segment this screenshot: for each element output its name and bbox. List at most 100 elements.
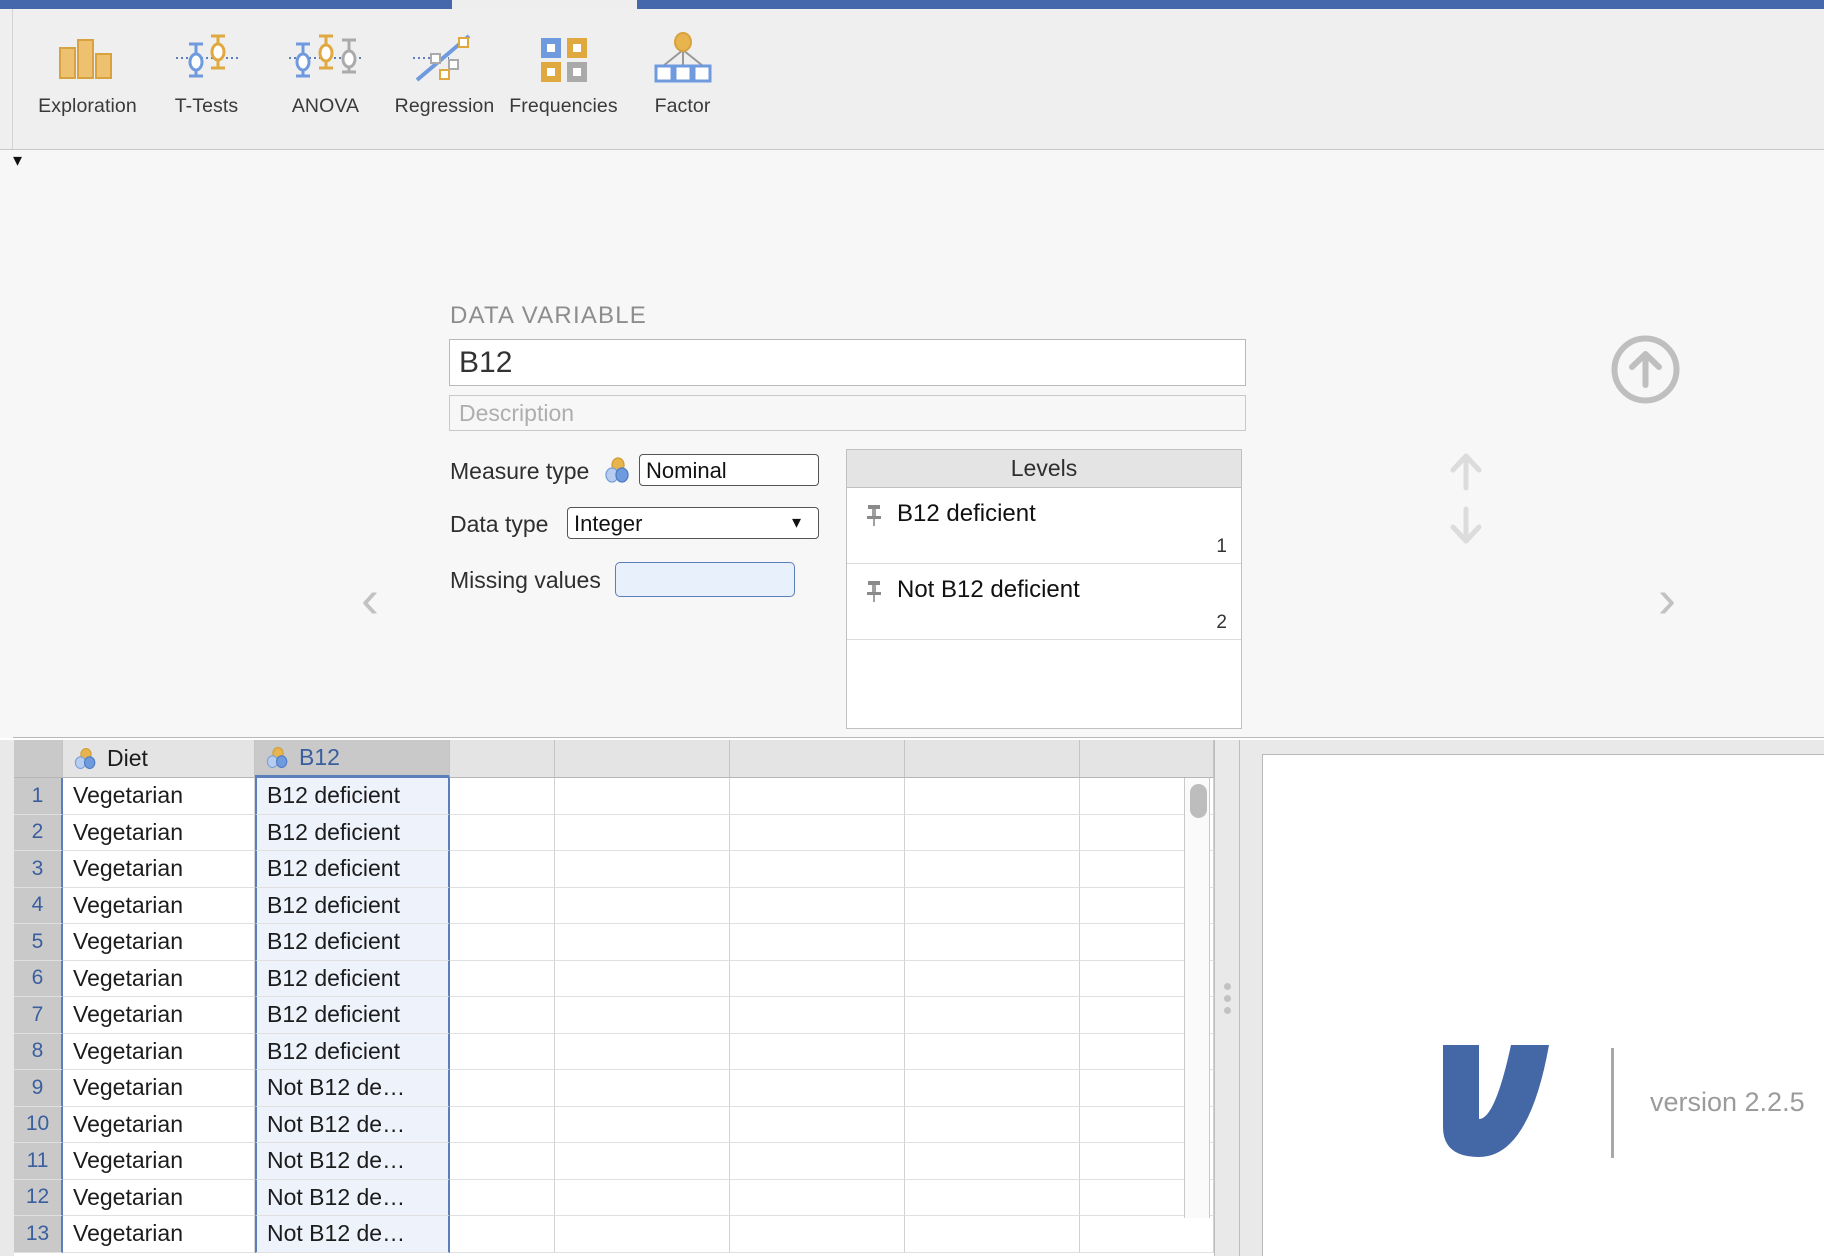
row-number-cell[interactable]: 10 (14, 1107, 63, 1144)
table-cell[interactable] (450, 1107, 555, 1144)
table-row[interactable]: 12VegetarianNot B12 de… (0, 1180, 1214, 1217)
row-number-cell[interactable]: 9 (14, 1070, 63, 1107)
table-cell[interactable] (555, 1107, 730, 1144)
table-cell[interactable]: Vegetarian (63, 1180, 255, 1217)
table-cell[interactable] (730, 1107, 905, 1144)
table-cell[interactable] (555, 1034, 730, 1071)
table-cell[interactable] (905, 1180, 1080, 1217)
scrollbar-thumb[interactable] (1190, 784, 1207, 818)
table-cell[interactable] (905, 1143, 1080, 1180)
table-cell[interactable]: Vegetarian (63, 815, 255, 852)
column-header-empty[interactable] (1080, 740, 1214, 778)
table-cell[interactable]: Vegetarian (63, 1216, 255, 1253)
spreadsheet-vertical-scrollbar[interactable] (1184, 778, 1210, 1218)
row-number-cell[interactable]: 4 (14, 888, 63, 925)
row-number-cell[interactable]: 1 (14, 778, 63, 815)
table-cell[interactable] (555, 1143, 730, 1180)
table-row[interactable]: 11VegetarianNot B12 de… (0, 1143, 1214, 1180)
table-cell[interactable] (730, 924, 905, 961)
table-cell[interactable] (730, 888, 905, 925)
table-row[interactable]: 6VegetarianB12 deficient (0, 961, 1214, 998)
table-cell[interactable]: B12 deficient (255, 851, 450, 888)
chevron-left-icon[interactable]: ‹ (361, 572, 379, 626)
level-item[interactable]: Not B12 deficient 2 (847, 564, 1241, 640)
ribbon-item-frequencies[interactable]: Frequencies (504, 21, 623, 118)
table-cell[interactable] (555, 1216, 730, 1253)
table-cell[interactable]: B12 deficient (255, 778, 450, 815)
table-cell[interactable] (450, 997, 555, 1034)
table-row[interactable]: 10VegetarianNot B12 de… (0, 1107, 1214, 1144)
ribbon-item-factor[interactable]: Factor (623, 21, 742, 118)
column-header-empty[interactable] (730, 740, 905, 778)
table-cell[interactable] (905, 778, 1080, 815)
column-header-diet[interactable]: Diet (63, 740, 255, 778)
table-cell[interactable] (450, 851, 555, 888)
column-header-empty[interactable] (905, 740, 1080, 778)
data-type-select[interactable]: IntegerDecimalText (567, 507, 819, 539)
table-row[interactable]: 8VegetarianB12 deficient (0, 1034, 1214, 1071)
table-cell[interactable]: Not B12 de… (255, 1180, 450, 1217)
table-row[interactable]: 2VegetarianB12 deficient (0, 815, 1214, 852)
row-number-cell[interactable]: 3 (14, 851, 63, 888)
table-cell[interactable] (730, 851, 905, 888)
table-cell[interactable] (730, 815, 905, 852)
table-cell[interactable] (905, 1107, 1080, 1144)
table-cell[interactable]: Vegetarian (63, 778, 255, 815)
row-number-cell[interactable]: 13 (14, 1216, 63, 1253)
column-header-empty[interactable] (450, 740, 555, 778)
row-number-cell[interactable]: 7 (14, 997, 63, 1034)
table-cell[interactable] (730, 778, 905, 815)
select-all-corner[interactable] (14, 740, 63, 778)
table-cell[interactable] (555, 961, 730, 998)
arrow-up-circle-icon[interactable] (1609, 333, 1682, 406)
table-cell[interactable]: Vegetarian (63, 888, 255, 925)
table-cell[interactable]: B12 deficient (255, 924, 450, 961)
table-row[interactable]: 3VegetarianB12 deficient (0, 851, 1214, 888)
spreadsheet-body[interactable]: 1VegetarianB12 deficient2VegetarianB12 d… (0, 778, 1214, 1256)
column-header-empty[interactable] (555, 740, 730, 778)
table-cell[interactable] (555, 888, 730, 925)
table-cell[interactable] (555, 1180, 730, 1217)
pin-icon[interactable] (865, 579, 883, 601)
row-number-cell[interactable]: 2 (14, 815, 63, 852)
table-cell[interactable]: B12 deficient (255, 961, 450, 998)
row-number-cell[interactable]: 5 (14, 924, 63, 961)
table-cell[interactable]: B12 deficient (255, 997, 450, 1034)
table-cell[interactable] (555, 778, 730, 815)
arrow-down-icon[interactable] (1445, 538, 1487, 555)
pin-icon[interactable] (865, 503, 883, 525)
table-cell[interactable]: Not B12 de… (255, 1216, 450, 1253)
table-cell[interactable]: Vegetarian (63, 924, 255, 961)
measure-type-select[interactable]: NominalOrdinalContinuousID (639, 454, 819, 486)
table-cell[interactable] (450, 1216, 555, 1253)
table-cell[interactable] (905, 1034, 1080, 1071)
table-cell[interactable]: B12 deficient (255, 888, 450, 925)
table-cell[interactable] (450, 961, 555, 998)
table-cell[interactable] (905, 815, 1080, 852)
ribbon-item-t-tests[interactable]: T-Tests (147, 21, 266, 118)
table-cell[interactable] (450, 1034, 555, 1071)
table-cell[interactable] (905, 961, 1080, 998)
table-cell[interactable]: B12 deficient (255, 1034, 450, 1071)
table-cell[interactable] (905, 924, 1080, 961)
table-cell[interactable]: Not B12 de… (255, 1107, 450, 1144)
table-cell[interactable] (730, 961, 905, 998)
table-cell[interactable]: B12 deficient (255, 815, 450, 852)
table-cell[interactable]: Not B12 de… (255, 1143, 450, 1180)
table-cell[interactable] (555, 924, 730, 961)
table-cell[interactable]: Vegetarian (63, 997, 255, 1034)
table-cell[interactable] (450, 1180, 555, 1217)
table-cell[interactable] (905, 997, 1080, 1034)
table-cell[interactable] (730, 1216, 905, 1253)
table-cell[interactable] (450, 1070, 555, 1107)
table-cell[interactable] (555, 851, 730, 888)
table-cell[interactable] (905, 888, 1080, 925)
table-row[interactable]: 13VegetarianNot B12 de… (0, 1216, 1214, 1253)
row-number-cell[interactable]: 8 (14, 1034, 63, 1071)
variable-description-input[interactable] (449, 395, 1246, 431)
table-cell[interactable]: Vegetarian (63, 851, 255, 888)
table-cell[interactable] (905, 1216, 1080, 1253)
ribbon-item-exploration[interactable]: Exploration (28, 21, 147, 118)
table-row[interactable]: 4VegetarianB12 deficient (0, 888, 1214, 925)
table-cell[interactable] (450, 815, 555, 852)
